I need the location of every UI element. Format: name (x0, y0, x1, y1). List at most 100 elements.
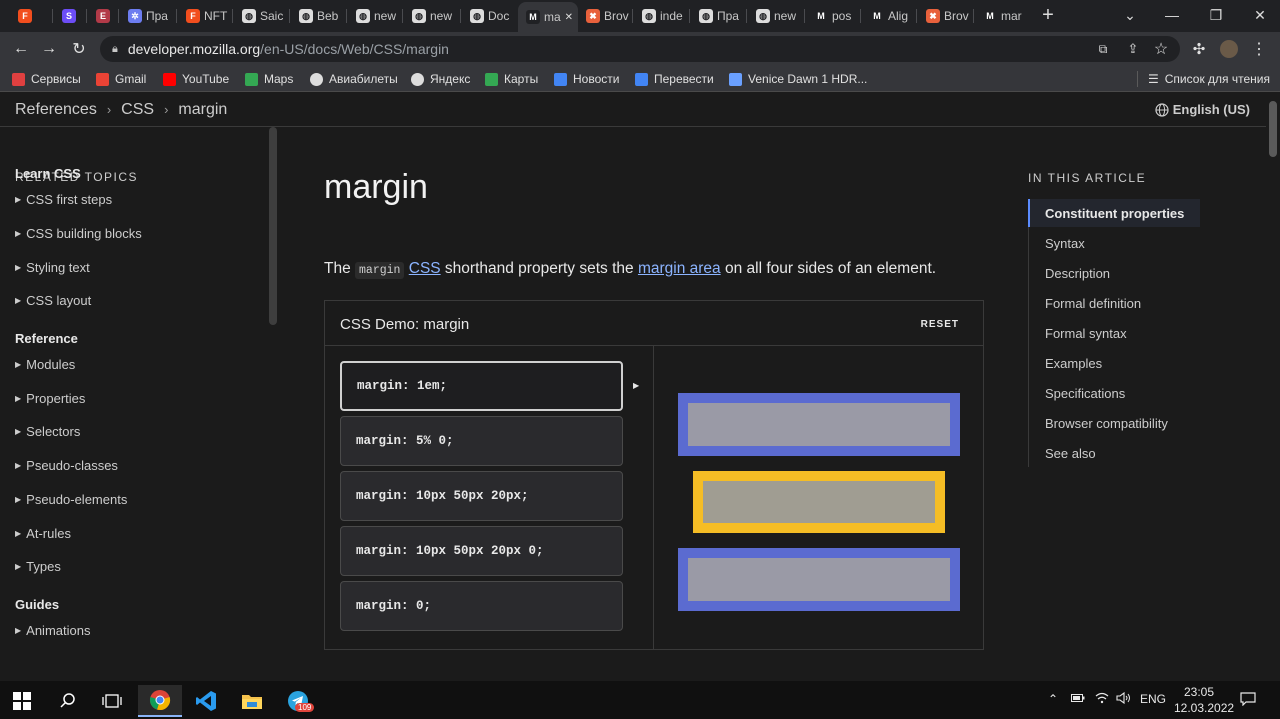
expand-triangle-icon: ▶ (15, 263, 22, 272)
toc-item[interactable]: Constituent properties (1045, 206, 1184, 221)
chrome-icon[interactable] (138, 685, 182, 717)
toc-item[interactable]: Browser compatibility (1045, 416, 1168, 431)
bookmark-2[interactable]: YouTube (163, 70, 229, 88)
translate-icon[interactable]: ⧉ (1092, 38, 1114, 60)
css-link[interactable]: CSS (409, 260, 441, 277)
toc-item[interactable]: Specifications (1045, 386, 1125, 401)
demo-option[interactable]: margin: 1em; (340, 361, 623, 411)
sidebar-item[interactable]: ▶ Modules (15, 357, 75, 372)
address-bar[interactable]: 🔒︎ developer.mozilla.org/en-US/docs/Web/… (100, 36, 1180, 62)
bookmark-3[interactable]: Maps (245, 70, 293, 88)
sidebar-item[interactable]: ▶ CSS building blocks (15, 226, 142, 241)
clock[interactable]: 23:05 12.03.2022 (1174, 684, 1234, 716)
tab-title: Brov (604, 9, 629, 23)
toc-item[interactable]: Examples (1045, 356, 1102, 371)
breadcrumb-css[interactable]: CSS (121, 101, 154, 119)
tab-favicon-icon: ◍ (470, 9, 484, 23)
wifi-icon[interactable] (1095, 692, 1109, 707)
sidebar-scrollbar[interactable] (269, 127, 277, 325)
telegram-icon[interactable]: 109 (276, 685, 320, 717)
sidebar-item[interactable]: ▶ Properties (15, 391, 85, 406)
bookmark-9[interactable]: Venice Dawn 1 HDR... (729, 70, 867, 88)
sidebar-item[interactable]: ▶ At-rules (15, 526, 71, 541)
search-icon[interactable] (46, 685, 90, 717)
chrome-menu-icon[interactable]: ⋮ (1248, 38, 1270, 60)
new-tab-button[interactable]: + (1028, 4, 1068, 26)
bookmark-6[interactable]: Карты (485, 70, 538, 88)
task-view-icon[interactable] (90, 685, 134, 717)
profile-avatar[interactable] (1218, 38, 1240, 60)
close-window-icon[interactable]: ✕ (1240, 4, 1280, 26)
page-scrollbar[interactable] (1269, 101, 1277, 157)
demo-option[interactable]: margin: 10px 50px 20px 0; (340, 526, 623, 576)
sidebar-item[interactable]: ▶ Selectors (15, 424, 80, 439)
bookmark-7[interactable]: Новости (554, 70, 619, 88)
reading-list-button[interactable]: ☰ Список для чтения (1148, 70, 1270, 88)
tab-separator (176, 9, 177, 23)
demo-option[interactable]: margin: 0; (340, 581, 623, 631)
sidebar-item[interactable]: ▶ CSS layout (15, 293, 91, 308)
vscode-icon[interactable] (184, 685, 228, 717)
restore-icon[interactable]: ❐ (1196, 4, 1236, 26)
reset-button[interactable]: RESET (921, 319, 959, 330)
demo-option[interactable]: margin: 10px 50px 20px; (340, 471, 623, 521)
tray-chevron-up-icon[interactable]: ⌃ (1048, 692, 1058, 706)
browser-tab[interactable]: F NFT (178, 4, 232, 28)
browser-tab[interactable]: S (54, 4, 86, 28)
toc-item[interactable]: See also (1045, 446, 1096, 461)
extensions-puzzle-icon[interactable]: ✣ (1188, 38, 1210, 60)
browser-tab[interactable]: ◍ Пра (691, 4, 746, 28)
browser-tab[interactable]: ◍ Beb (291, 4, 346, 28)
tab-close-icon[interactable]: ✕ (565, 12, 573, 23)
notification-icon[interactable] (1240, 692, 1256, 709)
sidebar-item[interactable]: ▶ Pseudo-elements (15, 492, 127, 507)
bookmark-8[interactable]: Перевести (635, 70, 714, 88)
browser-tab[interactable]: ◍ Saic (234, 4, 289, 28)
browser-tab[interactable]: ◍ new (748, 4, 804, 28)
browser-tab[interactable]: ✖ Brov (578, 4, 632, 28)
browser-tab[interactable]: F (10, 4, 52, 28)
windows-start-icon[interactable] (0, 685, 44, 717)
input-language[interactable]: ENG (1140, 692, 1166, 706)
sidebar-item[interactable]: ▶ Types (15, 559, 61, 574)
demo-output-box-bottom (678, 548, 960, 611)
breadcrumb-references[interactable]: References (15, 101, 97, 119)
browser-tab[interactable]: Mma ✕ (518, 2, 578, 32)
browser-tab[interactable]: ◍ Doc (462, 4, 516, 28)
reload-icon[interactable]: ↻ (68, 38, 90, 60)
breadcrumb-margin[interactable]: margin (178, 101, 227, 119)
browser-tab[interactable]: M Alig (862, 4, 916, 28)
browser-tab[interactable]: Mpos (806, 4, 860, 28)
sidebar-item[interactable]: ▶ Styling text (15, 260, 90, 275)
back-arrow-icon[interactable]: ← (10, 38, 32, 60)
language-switcher[interactable]: English (US) (1155, 102, 1250, 117)
forward-arrow-icon[interactable]: → (38, 38, 60, 60)
tab-search-icon[interactable]: ⌄ (1110, 4, 1150, 26)
volume-icon[interactable] (1116, 691, 1132, 707)
browser-tab[interactable]: ◍ inde (634, 4, 689, 28)
bookmark-5[interactable]: Яндекс (411, 70, 470, 88)
minimize-icon[interactable]: — (1152, 4, 1192, 26)
browser-tab[interactable]: ✲ Пра (120, 4, 176, 28)
toc-item[interactable]: Formal definition (1045, 296, 1141, 311)
browser-tab[interactable]: Mmar (975, 4, 1028, 28)
sidebar-item[interactable]: ▶ Pseudo-classes (15, 458, 118, 473)
share-icon[interactable]: ⇪ (1122, 38, 1144, 60)
file-explorer-icon[interactable] (230, 685, 274, 717)
browser-tab[interactable]: ◍ new (404, 4, 460, 28)
toc-item[interactable]: Description (1045, 266, 1110, 281)
browser-tab[interactable]: ✖ Brov (918, 4, 973, 28)
bookmark-4[interactable]: Авиабилеты (310, 70, 398, 88)
bookmark-0[interactable]: Сервисы (12, 70, 81, 88)
margin-area-link[interactable]: margin area (638, 260, 721, 277)
sidebar-item[interactable]: ▶ CSS first steps (15, 192, 112, 207)
toc-item[interactable]: Formal syntax (1045, 326, 1127, 341)
sidebar-item[interactable]: ▶ Animations (15, 623, 90, 638)
bookmark-star-icon[interactable]: ☆ (1150, 38, 1172, 60)
toc-item[interactable]: Syntax (1045, 236, 1085, 251)
battery-icon[interactable] (1071, 692, 1085, 706)
bookmark-1[interactable]: Gmail (96, 70, 146, 88)
demo-option[interactable]: margin: 5% 0; (340, 416, 623, 466)
browser-tab[interactable]: E (88, 4, 118, 28)
browser-tab[interactable]: ◍ new (348, 4, 402, 28)
